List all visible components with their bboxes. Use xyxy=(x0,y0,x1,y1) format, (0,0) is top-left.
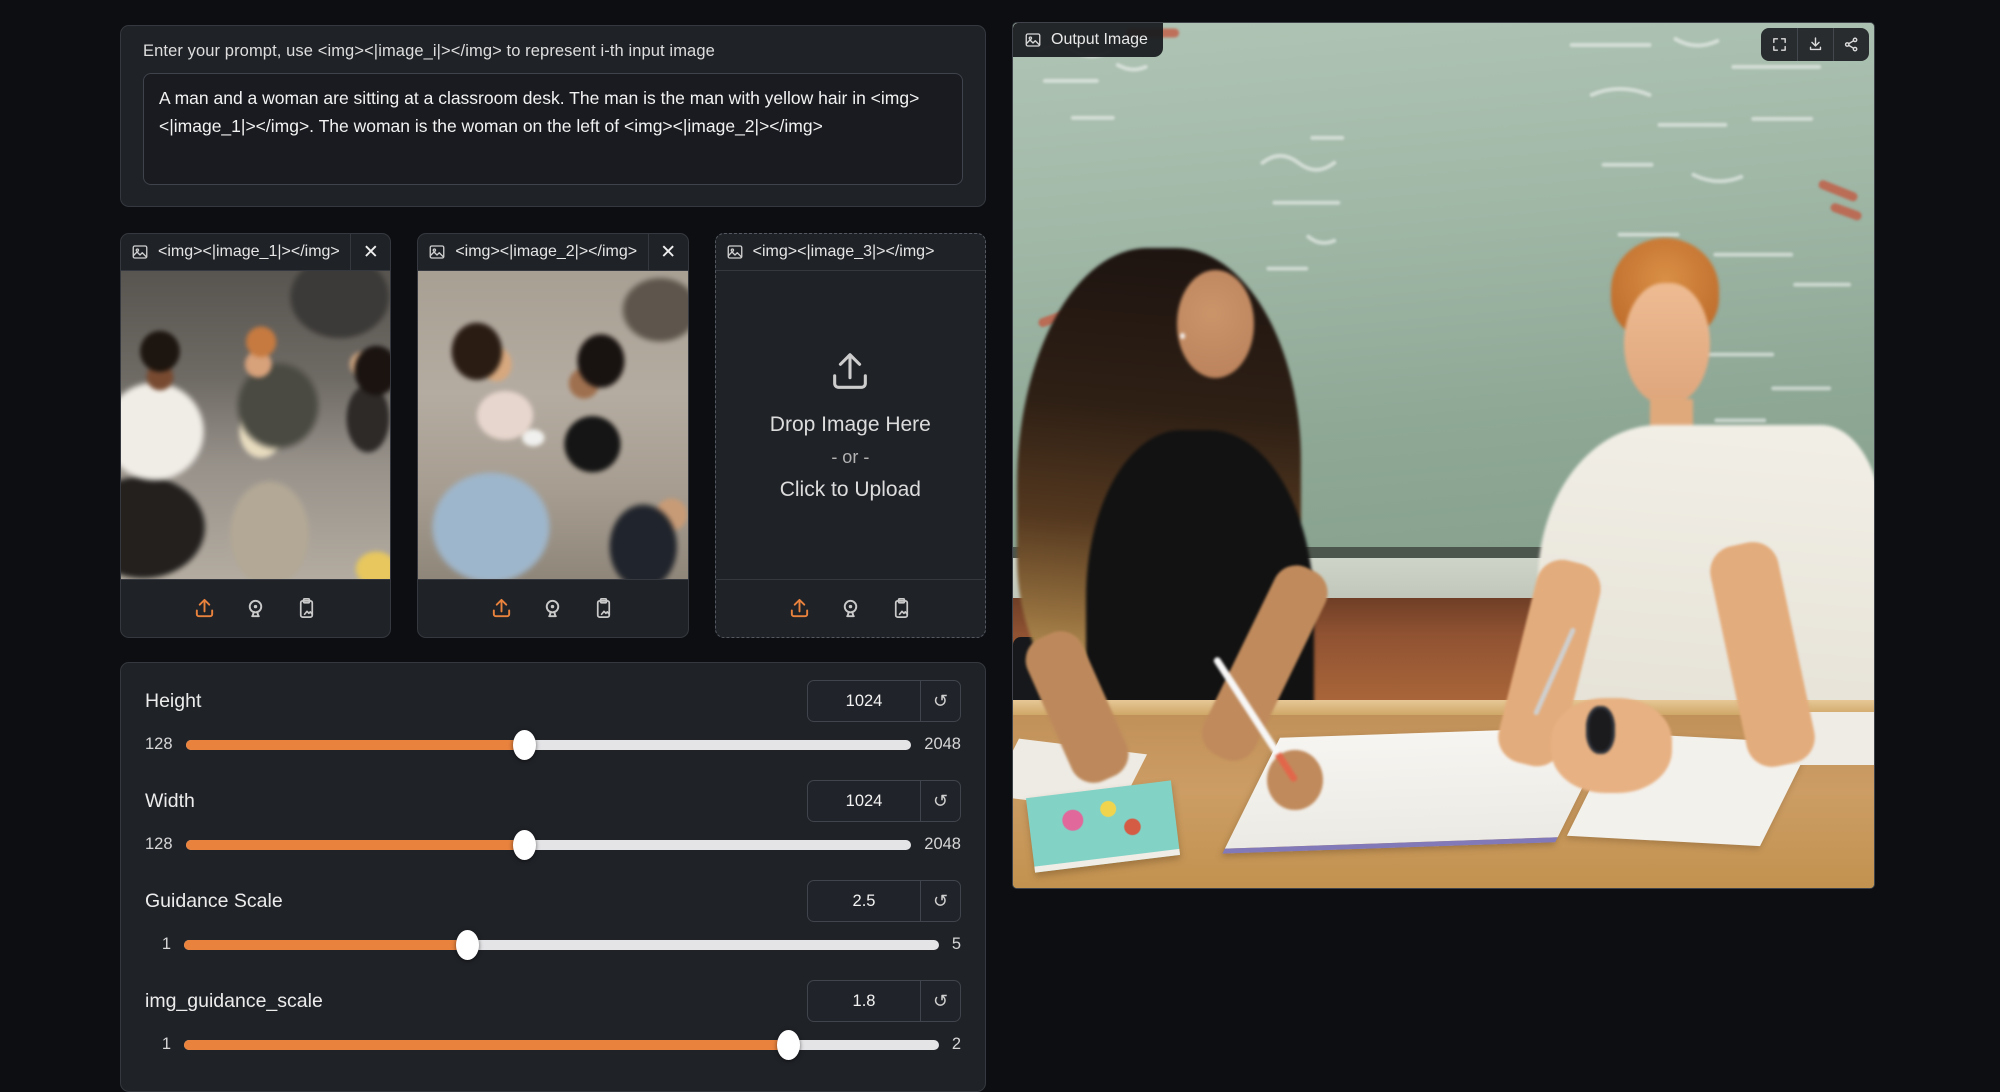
image-input-3: <img><|image_3|></img> Drop Image Here -… xyxy=(714,233,986,638)
slider-handle[interactable] xyxy=(456,929,480,960)
webcam-icon[interactable] xyxy=(244,597,267,620)
height-label: Height xyxy=(145,689,202,712)
height-min-label: 128 xyxy=(145,735,173,753)
width-label: Width xyxy=(145,789,195,812)
height-max-label: 2048 xyxy=(924,735,961,753)
height-slider[interactable] xyxy=(185,729,912,760)
img-guidance-scale-label: img_guidance_scale xyxy=(145,989,323,1012)
guidance-scale-min-label: 1 xyxy=(161,935,171,953)
clipboard-image-icon[interactable] xyxy=(295,597,318,620)
width-number-input-group: ↺ xyxy=(807,780,961,822)
drop-image-text: Drop Image Here xyxy=(769,412,931,436)
slider-handle[interactable] xyxy=(513,729,537,760)
controls-column: Enter your prompt, use <img><|image_i|><… xyxy=(120,25,986,1092)
image-icon xyxy=(1024,31,1042,49)
img-guidance-scale-slider-row: img_guidance_scale ↺ 1 2 xyxy=(145,979,961,1060)
drop-or-text: - or - xyxy=(831,446,870,467)
image-input-1-photo[interactable] xyxy=(121,271,391,579)
width-min-label: 128 xyxy=(145,835,173,853)
img-guidance-scale-number-input-group: ↺ xyxy=(807,980,961,1022)
photo-placeholder xyxy=(121,271,391,579)
width-max-label: 2048 xyxy=(924,835,961,853)
guidance-scale-value-input[interactable] xyxy=(808,881,920,921)
prompt-label: Enter your prompt, use <img><|image_i|><… xyxy=(143,42,715,60)
close-icon[interactable]: ✕ xyxy=(647,234,688,270)
image-input-2-toolbar xyxy=(418,579,688,637)
img-guidance-scale-slider[interactable] xyxy=(184,1029,939,1060)
image-input-3-title: <img><|image_3|></img> xyxy=(752,243,935,260)
height-slider-row: Height ↺ 128 2048 xyxy=(145,679,961,760)
reset-icon[interactable]: ↺ xyxy=(920,781,960,821)
reset-icon[interactable]: ↺ xyxy=(920,681,960,721)
image-icon xyxy=(428,243,446,261)
webcam-icon[interactable] xyxy=(541,597,564,620)
clipboard-image-icon[interactable] xyxy=(890,597,913,620)
image-input-2-header: <img><|image_2|></img> ✕ xyxy=(418,234,688,271)
slider-handle[interactable] xyxy=(513,829,537,860)
image-input-3-header: <img><|image_3|></img> xyxy=(715,234,985,271)
width-slider[interactable] xyxy=(185,829,912,860)
fullscreen-icon[interactable] xyxy=(1761,28,1797,61)
image-inputs-row: <img><|image_1|></img> ✕ <img><|image_2|… xyxy=(120,233,986,638)
height-value-input[interactable] xyxy=(808,681,920,721)
guidance-scale-max-label: 5 xyxy=(951,935,961,953)
download-icon[interactable] xyxy=(1797,28,1833,61)
webcam-icon[interactable] xyxy=(839,597,862,620)
output-toolbar xyxy=(1761,28,1869,61)
woman-arm xyxy=(1018,622,1137,790)
image-input-2: <img><|image_2|></img> ✕ xyxy=(417,233,689,638)
upload-icon[interactable] xyxy=(788,597,811,620)
photo-placeholder xyxy=(418,271,688,579)
guidance-scale-slider-row: Guidance Scale ↺ 1 5 xyxy=(145,879,961,960)
img-guidance-scale-max-label: 2 xyxy=(951,1035,961,1053)
slider-handle[interactable] xyxy=(776,1029,800,1060)
man-arm-right xyxy=(1704,537,1820,772)
output-image-panel[interactable]: Output Image xyxy=(1012,22,1875,889)
click-to-upload-text: Click to Upload xyxy=(779,477,921,501)
share-icon[interactable] xyxy=(1833,28,1869,61)
guidance-scale-number-input-group: ↺ xyxy=(807,880,961,922)
generation-settings-card: Height ↺ 128 2048 Width ↺ xyxy=(120,662,986,1092)
image-input-1: <img><|image_1|></img> ✕ xyxy=(120,233,392,638)
close-icon[interactable]: ✕ xyxy=(350,234,390,270)
height-number-input-group: ↺ xyxy=(807,680,961,722)
image-input-3-dropzone[interactable]: Drop Image Here - or - Click to Upload xyxy=(716,271,985,579)
upload-icon xyxy=(827,349,873,395)
width-value-input[interactable] xyxy=(808,781,920,821)
image-input-1-toolbar xyxy=(121,579,391,637)
reset-icon[interactable]: ↺ xyxy=(920,881,960,921)
man-watch xyxy=(1585,706,1615,754)
image-input-2-title: <img><|image_2|></img> xyxy=(455,243,638,260)
prompt-input[interactable]: A man and a woman are sitting at a class… xyxy=(143,73,963,185)
guidance-scale-label: Guidance Scale xyxy=(145,889,283,912)
image-input-1-title: <img><|image_1|></img> xyxy=(158,243,340,260)
img-guidance-scale-value-input[interactable] xyxy=(808,981,920,1021)
upload-icon[interactable] xyxy=(490,597,513,620)
image-icon xyxy=(131,243,149,261)
prompt-card: Enter your prompt, use <img><|image_i|><… xyxy=(120,25,986,207)
image-input-3-toolbar xyxy=(715,579,985,637)
output-image-badge: Output Image xyxy=(1013,23,1163,57)
width-slider-row: Width ↺ 128 2048 xyxy=(145,779,961,860)
image-input-2-photo[interactable] xyxy=(418,271,688,579)
guidance-scale-slider[interactable] xyxy=(184,929,939,960)
image-icon xyxy=(726,243,744,261)
output-image-label: Output Image xyxy=(1051,31,1148,48)
reset-icon[interactable]: ↺ xyxy=(920,981,960,1021)
image-input-1-header: <img><|image_1|></img> ✕ xyxy=(121,234,391,271)
clipboard-image-icon[interactable] xyxy=(592,597,615,620)
img-guidance-scale-min-label: 1 xyxy=(161,1035,171,1053)
output-scene-foreground xyxy=(1013,23,1874,888)
upload-icon[interactable] xyxy=(193,597,216,620)
